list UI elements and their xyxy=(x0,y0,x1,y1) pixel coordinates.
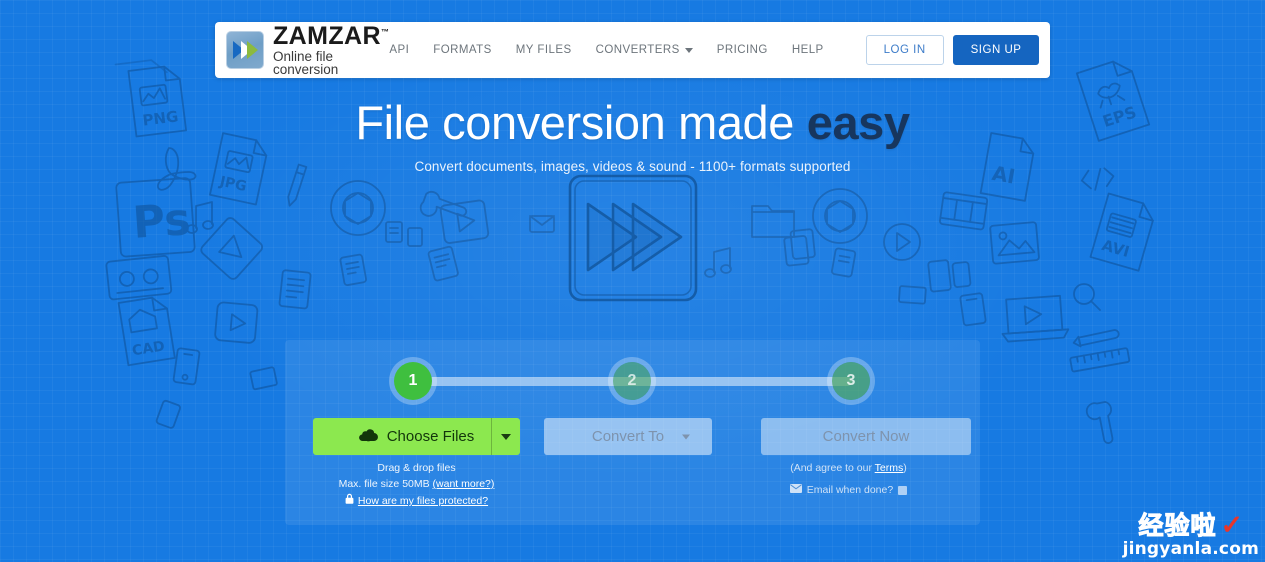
watermark-chinese-text: 经验啦 xyxy=(1138,511,1217,540)
brand-name: ZAMZAR™ xyxy=(273,21,390,50)
nav-item-my-files[interactable]: MY FILES xyxy=(516,44,572,56)
convert-to-dropdown[interactable]: Convert To xyxy=(544,418,712,455)
caret-down-icon xyxy=(682,434,690,439)
step-progress-bar: 1 2 3 xyxy=(285,362,980,402)
page-title: File conversion made easy xyxy=(0,96,1265,150)
nav-label: HELP xyxy=(791,44,824,56)
watermark: 经验啦 ✓ jingyanla.com xyxy=(1123,512,1259,558)
hero-subtitle: Convert documents, images, videos & soun… xyxy=(414,159,851,174)
sign-up-button[interactable]: SIGN UP xyxy=(952,35,1040,65)
site-header: ZAMZAR™ Online file conversion API FORMA… xyxy=(215,22,1050,78)
convert-now-button[interactable]: Convert Now xyxy=(761,418,971,455)
nav-label: PRICING xyxy=(716,44,768,56)
nav-label: CONVERTERS xyxy=(595,44,680,56)
chevron-down-icon xyxy=(684,47,693,53)
want-more-link[interactable]: (want more?) xyxy=(433,478,495,490)
nav-item-converters[interactable]: CONVERTERS xyxy=(596,44,693,56)
zamzar-homepage: PNG JPG Ps CAD AI EPS AVI ZAMZAR™ Online… xyxy=(0,0,1265,562)
max-file-size-hint: Max. file size 50MB (want more?) xyxy=(313,476,520,492)
nav-label: API xyxy=(389,44,410,56)
terms-prefix: (And agree to our xyxy=(790,462,875,474)
svg-text:JPG: JPG xyxy=(217,174,248,195)
headline-normal: File conversion made xyxy=(355,96,807,149)
caret-down-icon xyxy=(501,433,511,440)
file-conversion-widget: 1 2 3 Choose Files Convert To Convert No… xyxy=(285,340,980,525)
svg-text:CAD: CAD xyxy=(131,338,166,359)
files-protected-row: How are my files protected? xyxy=(313,493,520,509)
terms-link[interactable]: Terms xyxy=(875,462,904,474)
nav-item-formats[interactable]: FORMATS xyxy=(433,44,492,56)
email-when-done-row: Email when done? xyxy=(745,482,952,498)
lock-icon xyxy=(345,493,354,509)
check-mark-icon: ✓ xyxy=(1220,510,1244,540)
nav-item-help[interactable]: HELP xyxy=(792,44,824,56)
watermark-url: jingyanla.com xyxy=(1122,539,1259,559)
trademark-symbol: ™ xyxy=(380,27,390,37)
email-when-done-checkbox[interactable] xyxy=(898,485,908,495)
envelope-icon xyxy=(789,482,802,498)
convert-now-label: Convert Now xyxy=(822,428,910,445)
nav-label: FORMATS xyxy=(433,44,492,56)
hero-fast-forward-illustration xyxy=(566,172,700,309)
nav-label: MY FILES xyxy=(515,44,572,56)
choose-files-button[interactable]: Choose Files xyxy=(313,418,520,455)
svg-text:Ps: Ps xyxy=(131,194,192,249)
svg-text:AVI: AVI xyxy=(1100,236,1132,261)
logo[interactable]: ZAMZAR™ Online file conversion xyxy=(226,21,390,77)
watermark-top-row: 经验啦 ✓ xyxy=(1123,512,1259,539)
logo-text: ZAMZAR™ Online file conversion xyxy=(273,21,390,77)
upload-notes: Drag & drop files Max. file size 50MB (w… xyxy=(313,460,520,509)
headline-accent: easy xyxy=(806,96,910,149)
choose-files-dropdown-toggle[interactable] xyxy=(491,418,520,455)
drag-drop-hint: Drag & drop files xyxy=(377,462,456,474)
email-when-done-label: Email when done? xyxy=(806,484,894,496)
convert-notes: (And agree to our Terms) Email when done… xyxy=(745,460,952,498)
step-1-indicator[interactable]: 1 xyxy=(394,362,432,400)
log-in-button[interactable]: LOG IN xyxy=(865,35,944,65)
hero-section: File conversion made easy Convert docume… xyxy=(0,96,1265,174)
terms-row: (And agree to our Terms) xyxy=(745,460,952,476)
brand-tagline: Online file conversion xyxy=(273,48,339,77)
auth-buttons: LOG IN SIGN UP xyxy=(865,35,1040,65)
files-protected-link[interactable]: How are my files protected? xyxy=(358,493,488,509)
choose-files-label: Choose Files xyxy=(386,428,475,445)
step-3-indicator[interactable]: 3 xyxy=(832,362,870,400)
cloud-upload-icon xyxy=(358,427,378,447)
step-2-indicator[interactable]: 2 xyxy=(613,362,651,400)
nav-item-pricing[interactable]: PRICING xyxy=(717,44,768,56)
nav-item-api[interactable]: API xyxy=(389,44,409,56)
convert-to-label: Convert To xyxy=(591,428,665,445)
terms-suffix: ) xyxy=(903,462,907,474)
max-size-text: Max. file size 50MB xyxy=(338,478,433,490)
widget-buttons-row: Choose Files Convert To Convert Now xyxy=(313,418,971,455)
main-navigation: API FORMATS MY FILES CONVERTERS PRICING … xyxy=(389,35,1040,65)
zamzar-chevrons-icon xyxy=(226,31,264,69)
